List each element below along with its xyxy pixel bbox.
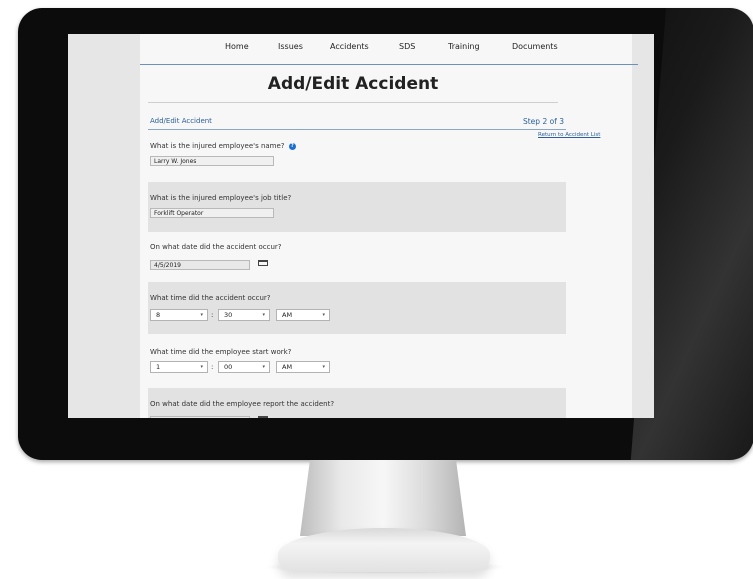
accident-date-section: On what date did the accident occur? 4/5…	[148, 232, 566, 282]
page-title: Add/Edit Accident	[267, 74, 439, 94]
calendar-icon[interactable]	[258, 260, 268, 266]
accident-minute-value: 30	[224, 311, 233, 319]
nav-training[interactable]: Training	[448, 42, 480, 51]
monitor-stand-foot	[278, 528, 490, 572]
accident-time-section: What time did the accident occur? 8 ▾ : …	[148, 282, 566, 334]
accident-ampm-select[interactable]: AM ▾	[276, 309, 330, 321]
accident-hour-value: 8	[156, 311, 161, 319]
form-label: Add/Edit Accident	[150, 117, 212, 125]
employee-name-label: What is the injured employee's name?	[150, 142, 285, 150]
start-time-label: What time did the employee start work?	[150, 348, 292, 356]
employee-name-question: What is the injured employee's name? ?	[150, 142, 296, 150]
nav-sds[interactable]: SDS	[399, 42, 415, 51]
report-date-label: On what date did the employee report the…	[150, 400, 335, 408]
step-indicator: Step 2 of 3	[522, 117, 564, 126]
start-minute-value: 00	[224, 363, 233, 371]
time-colon: :	[211, 363, 214, 371]
monitor-screen: Home Issues Accidents SDS Training Docum…	[68, 34, 654, 418]
chevron-down-icon: ▾	[262, 312, 265, 318]
start-time-section: What time did the employee start work? 1…	[148, 334, 566, 388]
chevron-down-icon: ▾	[322, 312, 325, 318]
start-hour-value: 1	[156, 363, 161, 371]
chevron-down-icon: ▾	[200, 312, 203, 318]
employee-name-section: What is the injured employee's name? ? L…	[148, 134, 566, 178]
web-page: Home Issues Accidents SDS Training Docum…	[140, 34, 638, 418]
start-minute-select[interactable]: 00 ▾	[218, 361, 270, 373]
start-ampm-value: AM	[282, 363, 293, 371]
report-date-section: On what date did the employee report the…	[148, 388, 566, 418]
accident-hour-select[interactable]: 8 ▾	[150, 309, 208, 321]
chevron-down-icon: ▾	[322, 364, 325, 370]
employee-name-field[interactable]: Larry W. Jones	[150, 156, 274, 166]
monitor-stand-neck	[300, 460, 466, 536]
nav-issues[interactable]: Issues	[278, 42, 303, 51]
top-nav: Home Issues Accidents SDS Training Docum…	[140, 42, 632, 56]
report-date-field[interactable]	[150, 416, 250, 418]
nav-documents[interactable]: Documents	[512, 42, 558, 51]
job-title-field[interactable]: Forklift Operator	[150, 208, 274, 218]
job-title-label: What is the injured employee's job title…	[150, 194, 292, 202]
nav-divider	[140, 64, 638, 65]
calendar-icon[interactable]	[258, 416, 268, 418]
accident-date-field[interactable]: 4/5/2019	[150, 260, 250, 270]
nav-home[interactable]: Home	[225, 42, 249, 51]
accident-minute-select[interactable]: 30 ▾	[218, 309, 270, 321]
start-ampm-select[interactable]: AM ▾	[276, 361, 330, 373]
chevron-down-icon: ▾	[262, 364, 265, 370]
accident-date-label: On what date did the accident occur?	[150, 243, 282, 251]
accident-ampm-value: AM	[282, 311, 293, 319]
form-header: Add/Edit Accident Step 2 of 3	[148, 117, 564, 129]
nav-accidents[interactable]: Accidents	[330, 42, 369, 51]
title-divider	[148, 102, 558, 103]
chevron-down-icon: ▾	[200, 364, 203, 370]
question-circle-icon[interactable]: ?	[288, 142, 296, 150]
start-hour-select[interactable]: 1 ▾	[150, 361, 208, 373]
time-colon: :	[211, 311, 214, 319]
accident-time-label: What time did the accident occur?	[150, 294, 271, 302]
form-header-divider	[148, 129, 566, 130]
job-title-section: What is the injured employee's job title…	[148, 182, 566, 232]
